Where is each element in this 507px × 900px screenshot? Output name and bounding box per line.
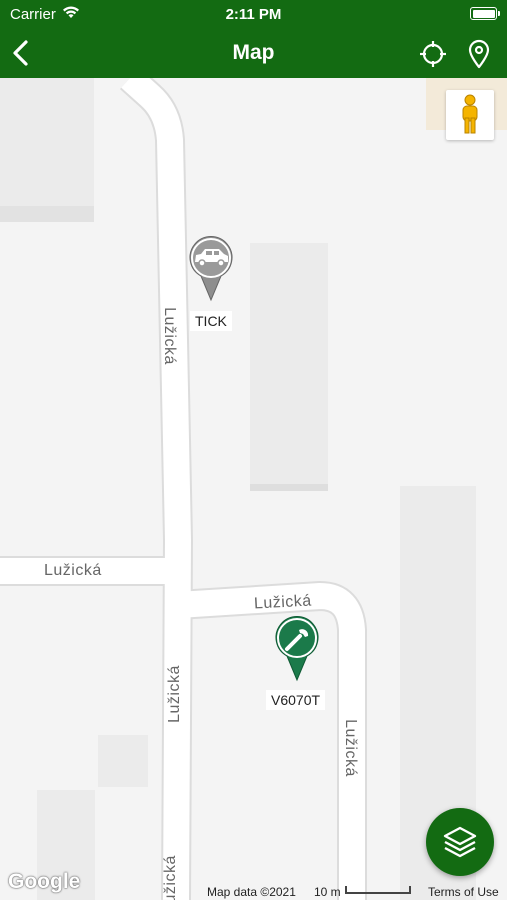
scale-bar: [345, 886, 411, 894]
building: [250, 243, 328, 491]
crosshair-icon: [420, 41, 446, 67]
street-view-person-icon: [462, 94, 478, 134]
street-label: Lužická: [341, 719, 359, 777]
map-data-attribution: Map data ©2021: [207, 885, 296, 899]
car-icon: [189, 236, 233, 302]
street-label: Lužická: [160, 307, 178, 365]
street-label: Lužická: [161, 855, 179, 900]
map-pin-icon: [468, 39, 490, 69]
status-time: 2:11 PM: [225, 6, 282, 23]
map-roads: [0, 78, 507, 900]
my-location-button[interactable]: [418, 39, 448, 69]
layers-icon: [443, 826, 477, 858]
google-logo: Google: [8, 870, 81, 893]
street-view-button[interactable]: [446, 90, 494, 140]
street-label: Lužická: [253, 592, 313, 613]
service-marker[interactable]: [273, 616, 321, 689]
marker-label: TICK: [190, 311, 232, 331]
street-label: Lužická: [165, 665, 183, 723]
navigation-bar: Map: [0, 30, 507, 78]
street-label: Lužická: [44, 562, 102, 579]
vehicle-marker[interactable]: [187, 236, 235, 309]
layers-button[interactable]: [426, 808, 494, 876]
battery-icon: [470, 7, 500, 20]
marker-label: V6070T: [266, 690, 326, 710]
scale-label: 10 m: [314, 885, 341, 899]
terms-of-use-link[interactable]: Terms of Use: [428, 885, 499, 899]
building: [0, 78, 94, 222]
map-view[interactable]: Lužická Lužická Lužická Lužická Lužická …: [0, 78, 507, 900]
pin-button[interactable]: [466, 39, 492, 69]
wrench-icon: [275, 616, 319, 682]
building: [98, 735, 148, 787]
status-bar: Carrier 2:11 PM: [0, 0, 507, 30]
